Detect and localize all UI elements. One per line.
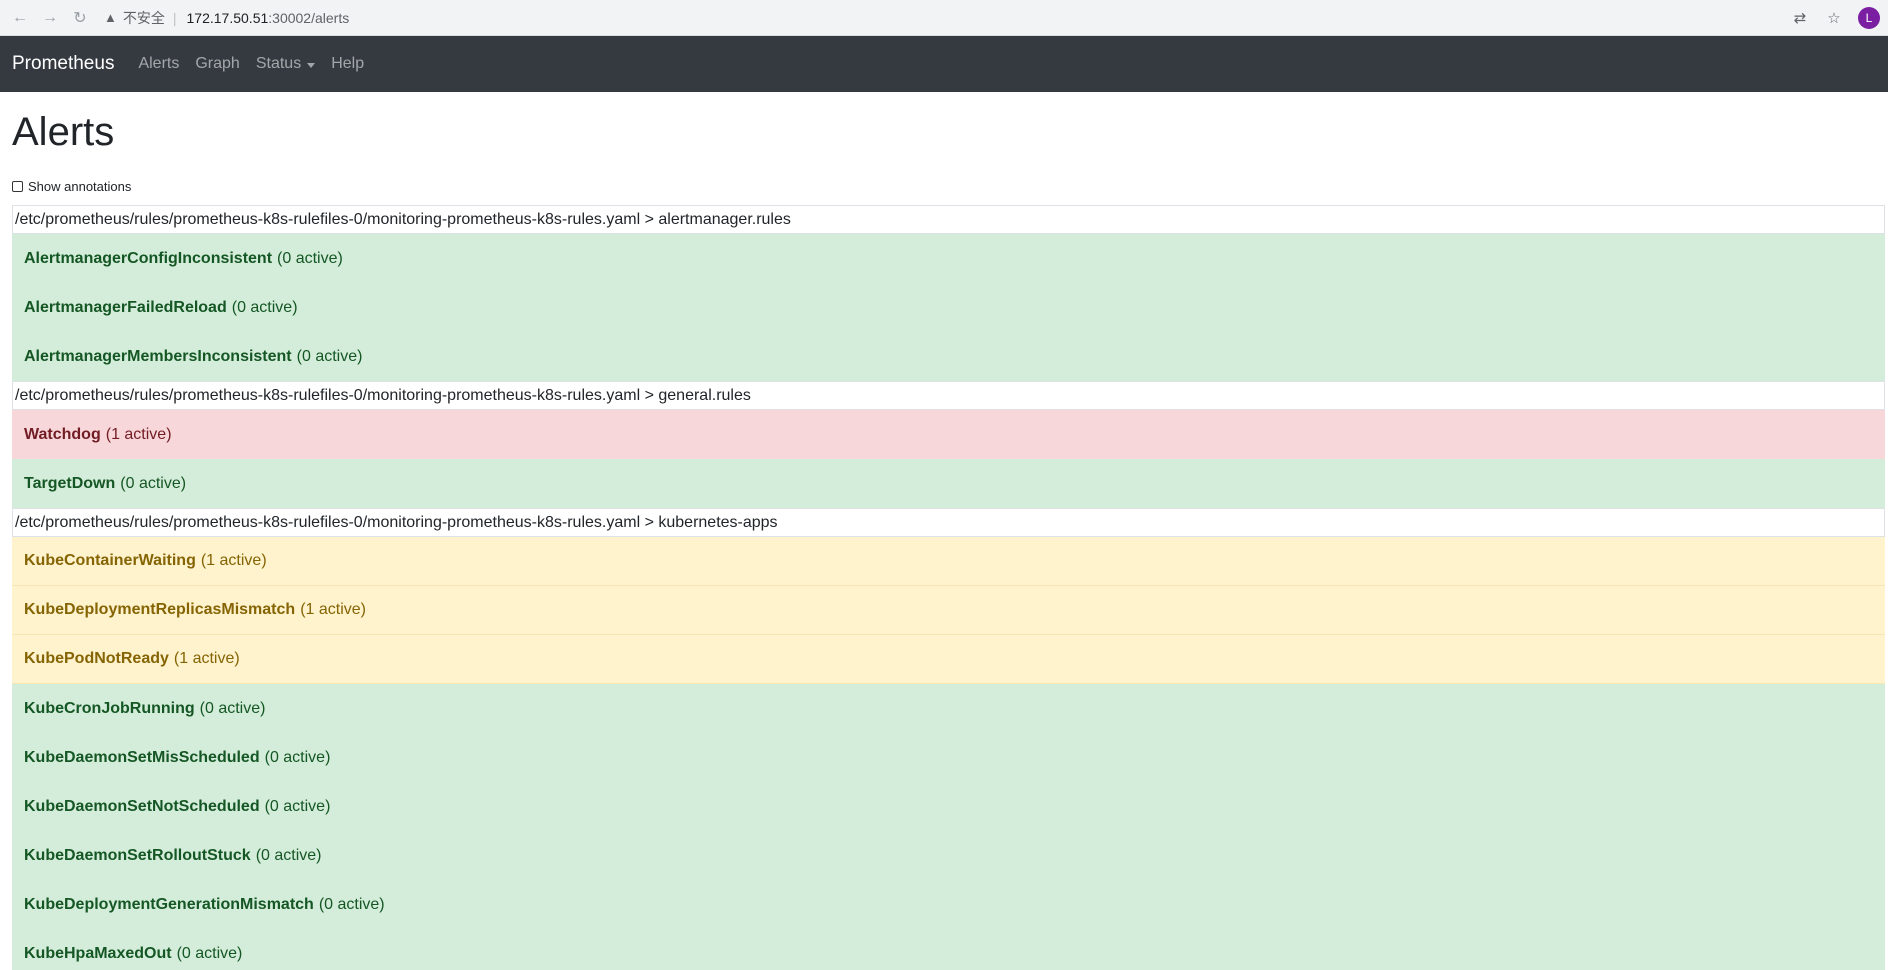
alert-rule-name: AlertmanagerConfigInconsistent bbox=[24, 249, 273, 267]
insecure-label: 不安全 bbox=[122, 9, 165, 26]
reload-icon[interactable]: ↻ bbox=[68, 6, 92, 30]
alert-rule-row[interactable]: KubeDaemonSetRolloutStuck (0 active) bbox=[12, 831, 1885, 880]
alert-rule-row[interactable]: KubeContainerWaiting (1 active) bbox=[12, 537, 1885, 586]
show-annotations-label: Show annotations bbox=[28, 178, 132, 194]
page-title: Alerts bbox=[12, 110, 115, 154]
show-annotations-checkbox[interactable] bbox=[12, 180, 23, 192]
alert-active-count: (0 active) bbox=[199, 699, 266, 717]
alert-active-count: (0 active) bbox=[255, 846, 322, 864]
alert-active-count: (0 active) bbox=[318, 895, 385, 913]
alert-active-count: (0 active) bbox=[264, 748, 331, 766]
alert-active-count: (1 active) bbox=[300, 601, 366, 618]
nav-status-dropdown[interactable]: Status bbox=[255, 55, 316, 73]
alert-active-count: (0 active) bbox=[120, 474, 187, 492]
alert-rule-name: KubeDeploymentReplicasMismatch bbox=[24, 601, 296, 618]
warning-icon[interactable]: ▲ bbox=[104, 10, 117, 25]
browser-toolbar: ← → ↻ ▲ 不安全 | 172.17.50.51:30002/alerts … bbox=[0, 0, 1888, 36]
alert-rule-row[interactable]: KubeHpaMaxedOut (0 active) bbox=[12, 929, 1885, 970]
alert-rule-name: AlertmanagerMembersInconsistent bbox=[24, 347, 292, 365]
alert-active-count: (0 active) bbox=[296, 347, 363, 365]
alert-active-count: (1 active) bbox=[173, 650, 240, 667]
alert-active-count: (0 active) bbox=[231, 298, 298, 316]
back-icon[interactable]: ← bbox=[8, 6, 32, 30]
alert-rule-row[interactable]: KubeDeploymentReplicasMismatch (1 active) bbox=[12, 586, 1885, 635]
alert-active-count: (1 active) bbox=[105, 425, 172, 443]
alert-rule-name: KubeDaemonSetNotScheduled bbox=[24, 797, 260, 815]
rule-group-header: /etc/prometheus/rules/prometheus-k8s-rul… bbox=[12, 508, 1885, 537]
rule-group-header: /etc/prometheus/rules/prometheus-k8s-rul… bbox=[12, 205, 1885, 234]
brand-link[interactable]: Prometheus bbox=[12, 53, 114, 75]
main-content: Alerts Show annotations /etc/prometheus/… bbox=[0, 106, 1888, 970]
nav-graph[interactable]: Graph bbox=[195, 55, 239, 73]
alert-rule-name: KubeHpaMaxedOut bbox=[24, 944, 172, 962]
alert-rule-row[interactable]: AlertmanagerFailedReload (0 active) bbox=[12, 283, 1885, 332]
alert-rule-row[interactable]: KubeDeploymentGenerationMismatch (0 activ… bbox=[12, 880, 1885, 929]
nav-alerts[interactable]: Alerts bbox=[138, 55, 179, 73]
alert-rule-row[interactable]: TargetDown (0 active) bbox=[12, 459, 1885, 508]
alert-rule-name: AlertmanagerFailedReload bbox=[24, 298, 227, 316]
rule-groups: /etc/prometheus/rules/prometheus-k8s-rul… bbox=[12, 205, 1885, 970]
url-path: :30002/alerts bbox=[268, 9, 350, 26]
alert-rule-name: Watchdog bbox=[24, 425, 101, 443]
alert-rule-name: TargetDown bbox=[24, 474, 116, 492]
alert-rule-name: KubePodNotReady bbox=[24, 650, 169, 667]
profile-avatar[interactable]: L bbox=[1858, 6, 1880, 29]
alert-rule-row[interactable]: KubePodNotReady (1 active) bbox=[12, 635, 1885, 684]
alert-rule-row[interactable]: AlertmanagerMembersInconsistent (0 active… bbox=[12, 332, 1885, 381]
nav-help[interactable]: Help bbox=[331, 55, 364, 73]
alert-rule-name: KubeDeploymentGenerationMismatch bbox=[24, 895, 314, 913]
separator: | bbox=[172, 9, 177, 26]
caret-down-icon bbox=[307, 62, 316, 68]
alert-rule-row[interactable]: AlertmanagerConfigInconsistent (0 active) bbox=[12, 234, 1885, 283]
alert-rule-row[interactable]: KubeCronJobRunning (0 active) bbox=[12, 684, 1885, 733]
show-annotations-toggle[interactable]: Show annotations bbox=[12, 177, 1885, 195]
navbar: Prometheus Alerts Graph Status Help bbox=[0, 36, 1888, 92]
alert-rule-row[interactable]: KubeDaemonSetMisScheduled (0 active) bbox=[12, 733, 1885, 782]
alert-rule-name: KubeDaemonSetMisScheduled bbox=[24, 748, 260, 766]
address-bar[interactable]: ▲ 不安全 | 172.17.50.51:30002/alerts bbox=[98, 3, 1780, 32]
alert-active-count: (0 active) bbox=[277, 249, 343, 267]
translate-icon[interactable]: ⇄ bbox=[1790, 8, 1810, 28]
url-host: 172.17.50.51 bbox=[186, 9, 269, 26]
rule-group-header: /etc/prometheus/rules/prometheus-k8s-rul… bbox=[12, 381, 1885, 410]
nav-status-label: Status bbox=[255, 55, 302, 72]
alert-rule-row[interactable]: Watchdog (1 active) bbox=[12, 410, 1885, 459]
alert-active-count: (0 active) bbox=[264, 797, 331, 815]
bookmark-star-icon[interactable]: ☆ bbox=[1824, 8, 1844, 28]
forward-icon[interactable]: → bbox=[38, 6, 62, 30]
alert-active-count: (0 active) bbox=[176, 944, 243, 962]
alert-rule-name: KubeCronJobRunning bbox=[24, 699, 195, 717]
alert-rule-name: KubeContainerWaiting bbox=[24, 552, 196, 569]
alert-rule-name: KubeDaemonSetRolloutStuck bbox=[24, 846, 251, 864]
alert-rule-row[interactable]: KubeDaemonSetNotScheduled (0 active) bbox=[12, 782, 1885, 831]
alert-active-count: (1 active) bbox=[200, 552, 267, 569]
